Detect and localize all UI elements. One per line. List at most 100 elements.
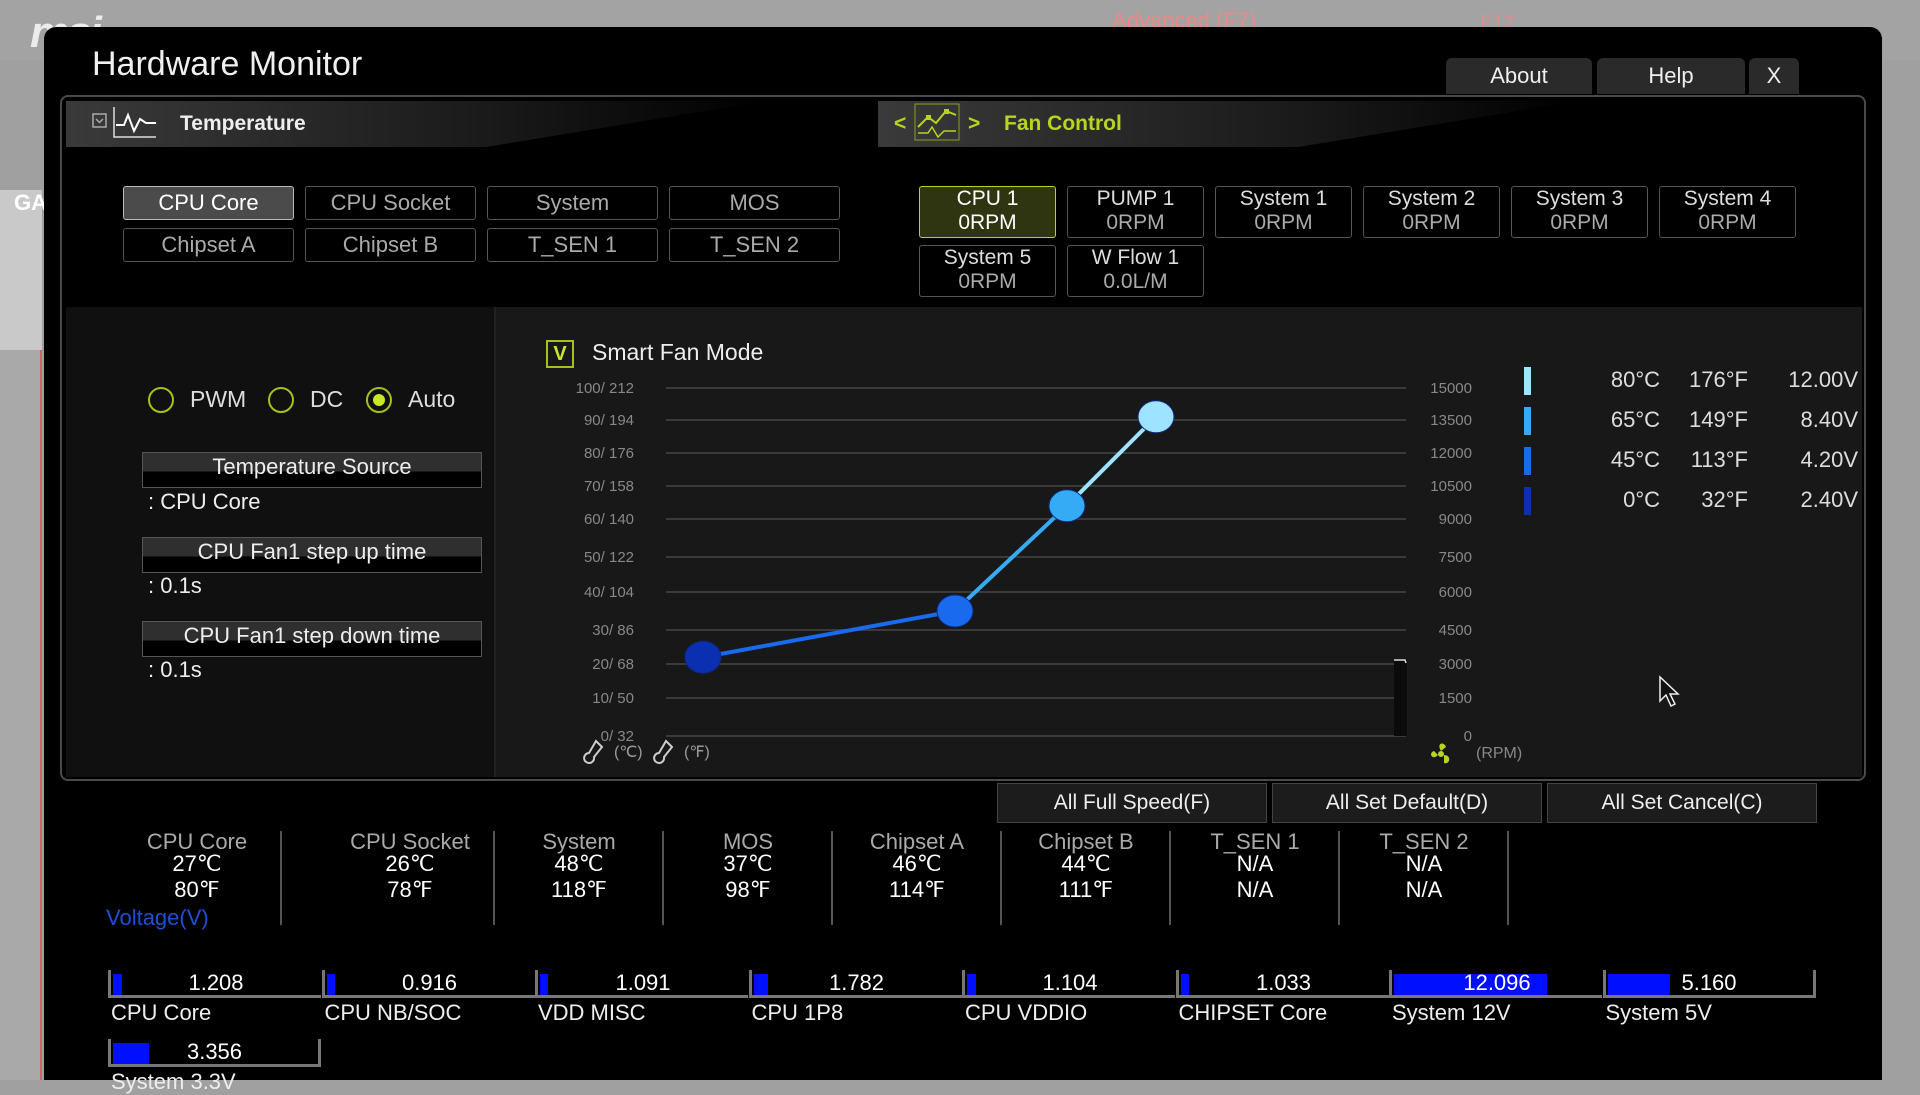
voltage-value: 1.091 [615,970,671,995]
fan-tab-system-3[interactable]: System 3 0RPM [1511,186,1648,238]
fan-name: System 4 [1683,187,1772,210]
temp-readout-t-sen-2: T_SEN 2 N/A N/A [1341,831,1509,925]
voltage-value: 12.096 [1463,970,1531,995]
voltage-label: CPU VDDIO [965,1000,1088,1025]
monitor-panel: Temperature < > Fan Control CPU Core CPU … [60,95,1866,781]
left-axis-tick: 20/ 68 [592,656,634,673]
fan-tab-w-flow-1[interactable]: W Flow 1 0.0L/M [1067,245,1204,297]
legend-voltage: 8.40V [1800,407,1859,432]
fan-tab-system-4[interactable]: System 4 0RPM [1659,186,1796,238]
legend-temp-f: 32°F [1701,487,1748,512]
temp-source-mos[interactable]: MOS [669,186,840,220]
temp-source-cpu-socket[interactable]: CPU Socket [305,186,476,220]
fan-name: System 2 [1387,187,1476,210]
temp-source-chipset-a[interactable]: Chipset A [123,228,294,262]
voltage-value: 1.208 [188,970,244,995]
temperature-header-label: Temperature [180,112,306,135]
right-axis-tick: 7500 [1439,549,1472,566]
help-button[interactable]: Help [1597,58,1745,94]
fan-speed: 0.0L/M [1103,270,1168,293]
fan-tab-system-1[interactable]: System 1 0RPM [1215,186,1352,238]
background-ga-label: GA [14,190,47,215]
hardware-monitor-window: Hardware Monitor About Help X Temperatur… [44,27,1882,1094]
right-axis-tick: 4500 [1439,622,1472,639]
right-axis-tick: 10500 [1430,478,1472,495]
all-full-speed-button[interactable]: All Full Speed(F) [997,783,1267,823]
temp-readout-celsius: 26℃ [385,851,435,876]
fan-tab-system-5[interactable]: System 5 0RPM [919,245,1056,297]
temp-source-t-sen-1[interactable]: T_SEN 1 [487,228,658,262]
right-axis-tick: 1500 [1439,690,1472,707]
fan-curve-point-2[interactable] [1048,489,1086,523]
voltage-bar: 1.782 [748,970,962,998]
all-set-default-button[interactable]: All Set Default(D) [1272,783,1542,823]
fan-curve-point-3[interactable] [1137,400,1175,434]
right-axis-tick: 6000 [1439,584,1472,601]
about-button[interactable]: About [1446,58,1592,94]
temp-readout-celsius: 37℃ [723,851,773,876]
left-axis-tick: 90/ 194 [584,412,634,429]
fan-speed: 0RPM [1550,211,1609,234]
fan-curve-point-1[interactable] [936,594,974,628]
legend-temp-c: 45°C [1610,447,1660,472]
left-axis-tick: 80/ 176 [584,445,634,462]
voltage-label: CPU Core [111,1000,212,1025]
legend-color-swatch [1524,447,1531,475]
temp-readout-fahrenheit: 80℉ [174,877,220,902]
legend-temp-f: 113°F [1690,447,1748,472]
fan-speed: 0RPM [958,270,1017,293]
temp-readout-mos: MOS 37℃ 98℉ [665,831,833,925]
temp-readout-celsius: N/A [1236,851,1274,876]
fan-speed: 0RPM [1106,211,1165,234]
voltage-bar: 1.033 [1175,970,1389,998]
temp-readout-name: Chipset B [1038,829,1134,854]
temp-readout-fahrenheit: N/A [1236,877,1274,902]
close-button[interactable]: X [1749,58,1799,94]
temp-source-cpu-core[interactable]: CPU Core [123,186,294,220]
thermometer-fahrenheit-icon [653,739,674,764]
voltage-label: CPU NB/SOC [324,1000,462,1025]
fan-speed: 0RPM [1254,211,1313,234]
fan-curve-segment [953,504,1069,613]
legend-temp-f: 176°F [1689,367,1748,392]
legend-color-swatch [1524,367,1531,395]
legend-voltage: 12.00V [1788,367,1858,392]
temp-readout-celsius: 27℃ [172,851,222,876]
left-axis-tick: 60/ 140 [584,511,634,528]
current-rpm-indicator [1394,659,1407,736]
temp-source-chipset-b[interactable]: Chipset B [305,228,476,262]
voltage-section-title: Voltage(V) [106,905,209,930]
voltage-label: CHIPSET Core [1178,1000,1328,1025]
temp-source-system[interactable]: System [487,186,658,220]
temp-readout-name: Chipset A [869,829,965,854]
legend-voltage: 2.40V [1800,487,1859,512]
fan-settings-area: PWM DC Auto Temperature Source : CPU Core … [66,307,1862,777]
fan-tab-pump-1[interactable]: PUMP 1 0RPM [1067,186,1204,238]
left-axis-tick: 50/ 122 [584,549,634,566]
collapse-icon[interactable] [92,113,108,134]
fan-curve-point-0[interactable] [684,640,722,674]
voltage-bar: 1.208 [108,970,321,998]
fan-tab-cpu-1[interactable]: CPU 1 0RPM [919,186,1056,238]
temp-readout-celsius: 46℃ [892,851,942,876]
temp-readout-system: System 48℃ 118℉ [496,831,664,925]
voltage-label: System 12V [1392,1000,1511,1025]
legend-color-swatch [1524,487,1531,515]
voltage-value: 1.782 [828,970,885,995]
fan-prev-arrow[interactable]: < [894,112,906,136]
left-axis-tick: 30/ 86 [592,622,634,639]
fan-control-header [878,101,1578,147]
voltage-value: 1.104 [1042,970,1098,995]
background-left-panel-lower [0,350,42,1080]
legend-temp-c: 0°C [1623,487,1660,512]
all-set-cancel-button[interactable]: All Set Cancel(C) [1547,783,1817,823]
mouse-cursor-icon [1658,675,1684,714]
voltage-bar: 1.104 [962,970,1175,998]
temp-readout-fahrenheit: 78℉ [387,877,433,902]
fan-tab-system-2[interactable]: System 2 0RPM [1363,186,1500,238]
voltage-value: 1.033 [1255,970,1312,995]
fan-next-arrow[interactable]: > [968,112,980,136]
temp-source-t-sen-2[interactable]: T_SEN 2 [669,228,840,262]
temp-readout-name: CPU Socket [350,829,470,854]
temp-readout-chipset-a: Chipset A 46℃ 114℉ [834,831,1002,925]
